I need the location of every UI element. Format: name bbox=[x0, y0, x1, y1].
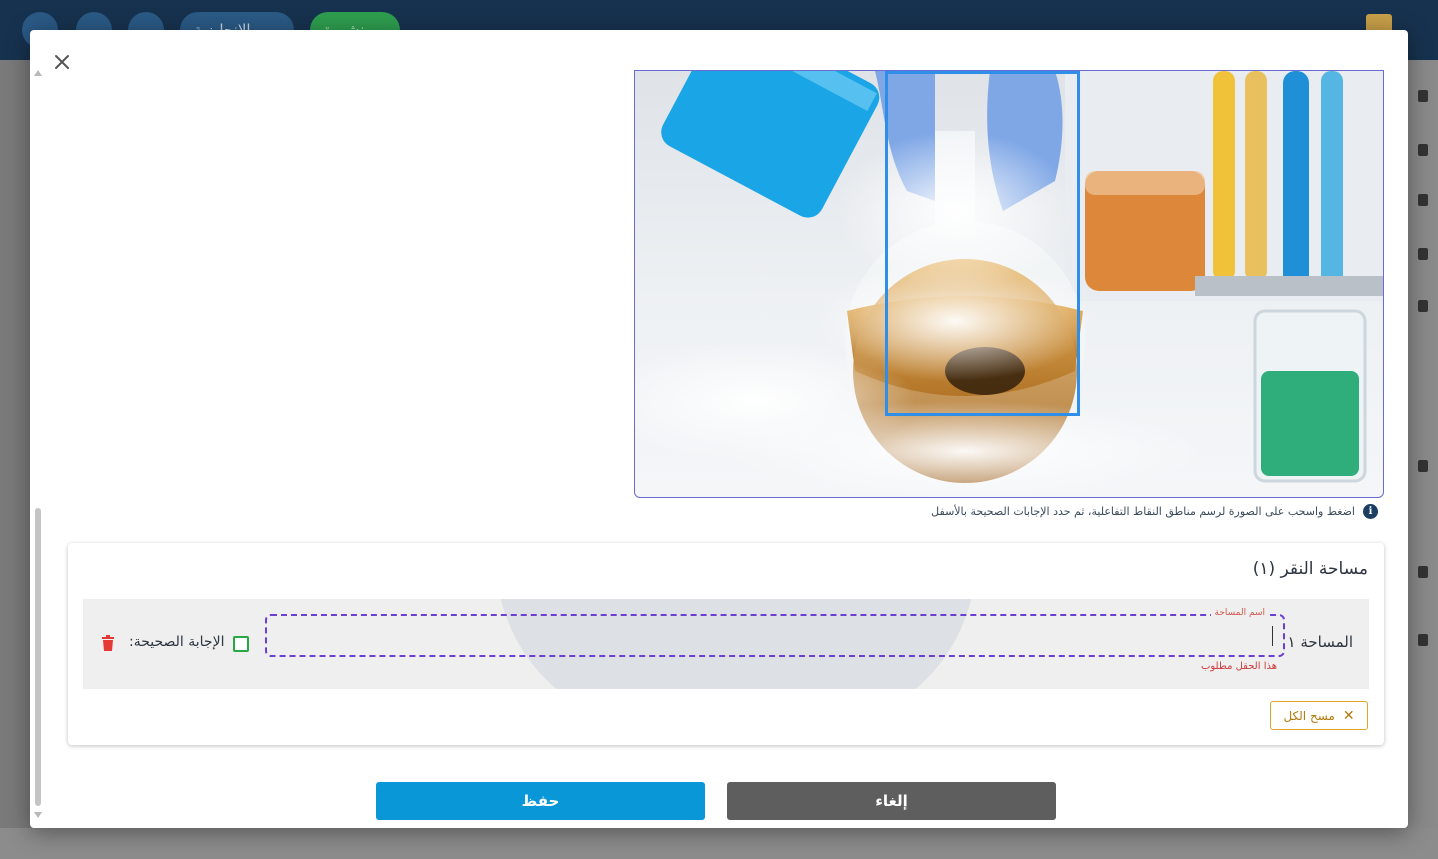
area-name-floating-label: اسم المساحة bbox=[1210, 608, 1269, 618]
text-caret bbox=[1272, 626, 1273, 646]
instruction-hint: i اضغط واسحب على الصورة لرسم مناطق النقا… bbox=[931, 502, 1378, 520]
hotspot-image[interactable] bbox=[634, 70, 1384, 498]
correct-answer-label: الإجابة الصحيحة: bbox=[129, 634, 225, 650]
info-icon: i bbox=[1363, 503, 1378, 519]
background-sidebar bbox=[1408, 60, 1438, 859]
background-footer bbox=[0, 828, 1438, 859]
clear-all-label: مسح الكل bbox=[1283, 708, 1335, 723]
area-label: المساحة ١ bbox=[1287, 633, 1353, 651]
hotspot-card-title: مساحة النقر (١) bbox=[1252, 559, 1368, 579]
scroll-down-icon[interactable] bbox=[34, 812, 42, 818]
correct-answer-checkbox[interactable] bbox=[233, 636, 249, 652]
hotspot-card: مساحة النقر (١) المساحة ١ اسم المساحة هذ… bbox=[68, 543, 1384, 745]
scroll-up-icon[interactable] bbox=[34, 70, 42, 76]
cancel-button[interactable]: إلغاء bbox=[727, 782, 1056, 820]
close-icon: ✕ bbox=[1342, 707, 1355, 724]
modal-scrollbar[interactable] bbox=[34, 70, 42, 818]
close-icon[interactable] bbox=[50, 50, 74, 74]
required-error: هذا الحقل مطلوب bbox=[1200, 661, 1277, 672]
hint-text: اضغط واسحب على الصورة لرسم مناطق النقاط … bbox=[931, 504, 1355, 518]
trash-icon[interactable] bbox=[101, 635, 115, 651]
hotspot-row: المساحة ١ اسم المساحة هذا الحقل مطلوب ال… bbox=[83, 599, 1369, 689]
clear-all-button[interactable]: ✕ مسح الكل bbox=[1270, 701, 1368, 730]
hotspot-region[interactable] bbox=[885, 71, 1080, 416]
save-button[interactable]: حفظ bbox=[376, 782, 705, 820]
area-name-input[interactable]: اسم المساحة bbox=[265, 608, 1285, 657]
scrollbar-thumb[interactable] bbox=[35, 508, 41, 806]
hotspot-editor-modal: i اضغط واسحب على الصورة لرسم مناطق النقا… bbox=[30, 30, 1408, 828]
